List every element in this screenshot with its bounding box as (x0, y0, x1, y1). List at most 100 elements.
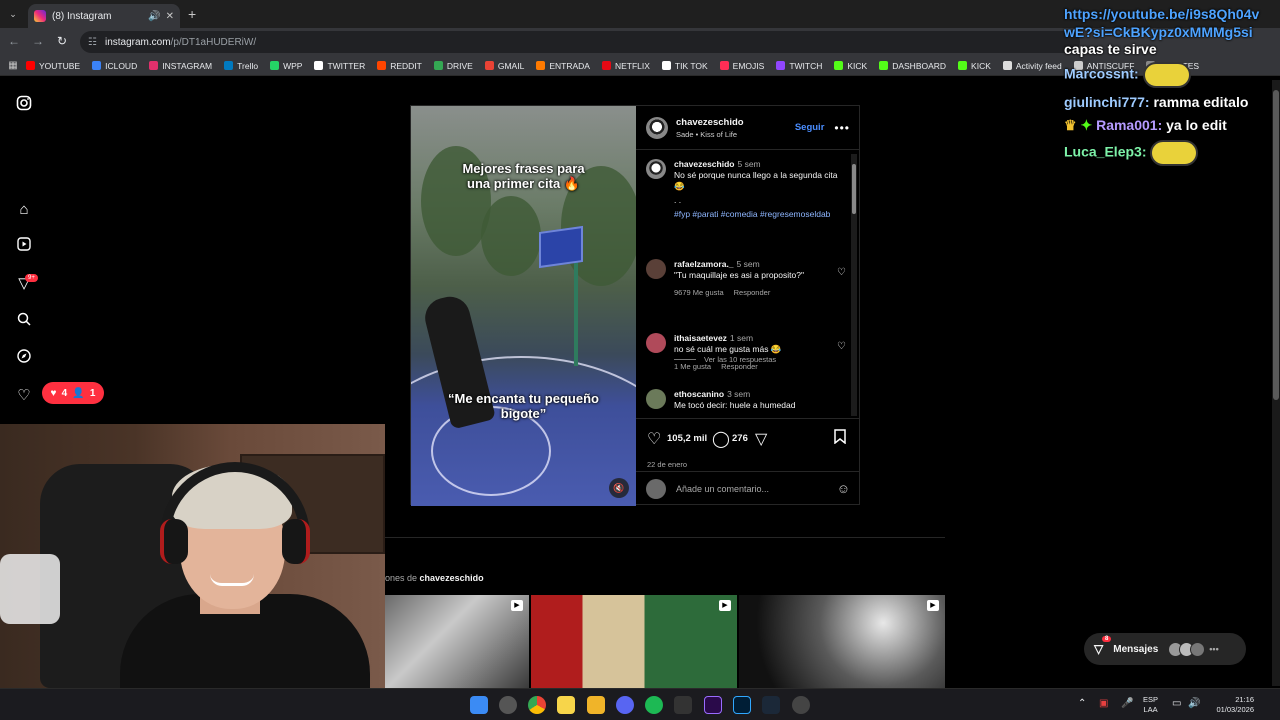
post-video[interactable]: Mejores frases para una primer cita 🔥 “M… (411, 106, 636, 506)
notes-icon[interactable] (557, 696, 575, 714)
like-heart-icon[interactable]: ♡ (647, 429, 661, 449)
reply-button[interactable]: Responder (734, 288, 771, 297)
notifications-heart-icon[interactable]: ♡ (14, 386, 34, 406)
obs-icon[interactable] (674, 696, 692, 714)
steam-icon[interactable] (762, 696, 780, 714)
chat-text: ya lo edit (1166, 117, 1227, 133)
bookmark-item[interactable]: TIK TOK (661, 61, 708, 71)
app-icon[interactable] (499, 696, 517, 714)
related-post-thumbnail[interactable]: ▶ (385, 595, 529, 688)
browser-tab-instagram[interactable]: (8) Instagram 🔊 ✕ (28, 4, 180, 28)
bookmark-item[interactable]: KICK (834, 61, 867, 71)
site-info-icon[interactable]: ☷ (88, 37, 97, 48)
badge-icon: ✦ (1080, 117, 1093, 133)
notification-popup[interactable]: ♥ 4 👤 1 (42, 382, 104, 404)
bookmark-favicon-icon (377, 61, 387, 70)
avatar[interactable] (646, 389, 666, 409)
system-clock[interactable]: 21:16 01/03/2026 (1208, 695, 1254, 715)
author-username[interactable]: chavezeschido (676, 117, 795, 128)
home-icon[interactable]: ⌂ (14, 200, 34, 220)
bookmark-item[interactable]: WPP (270, 61, 302, 71)
comment-username[interactable]: ithaisaetevez (674, 333, 727, 343)
forward-arrow-icon[interactable]: → (30, 34, 46, 48)
photoshop-icon[interactable] (733, 696, 751, 714)
back-arrow-icon[interactable]: ← (6, 34, 22, 48)
microphone-icon[interactable]: 🎤 (1121, 698, 1133, 709)
reels-icon[interactable] (14, 237, 34, 257)
messages-button[interactable]: ▽ 8 Mensajes ••• (1084, 633, 1246, 665)
bookmark-item[interactable]: ICLOUD (92, 61, 137, 71)
bookmark-item[interactable]: DRIVE (433, 61, 473, 71)
caption-hashtags[interactable]: #fyp #parati #comedia #regresemoseldab (674, 209, 846, 220)
bookmark-favicon-icon (270, 61, 280, 70)
reel-icon: ▶ (511, 600, 523, 611)
explore-compass-icon[interactable] (14, 349, 34, 369)
network-icon[interactable]: ▭ (1172, 698, 1181, 709)
bookmark-item[interactable]: GMAIL (484, 61, 524, 71)
folder-icon[interactable] (587, 696, 605, 714)
comment-likes[interactable]: 1 Me gusta (674, 362, 711, 371)
comment-username[interactable]: rafaelzamora._ (674, 259, 734, 269)
tab-audio-icon[interactable]: 🔊 (148, 11, 160, 22)
new-tab-button[interactable]: + (188, 6, 196, 22)
related-post-thumbnail[interactable]: ▶ (531, 595, 737, 688)
avatar[interactable] (646, 159, 666, 179)
tab-search-icon[interactable]: ⌄ (6, 7, 20, 21)
likes-count: 4 (61, 387, 68, 399)
comments-scrollbar[interactable] (851, 154, 857, 416)
tab-close-icon[interactable]: ✕ (166, 11, 174, 22)
related-post-thumbnail[interactable]: ▶ (739, 595, 945, 688)
save-bookmark-icon[interactable] (834, 429, 846, 449)
bookmark-item[interactable]: EMOJIS (719, 61, 764, 71)
lang-bottom: LAA (1143, 705, 1158, 714)
more-from-username[interactable]: chavezeschido (420, 573, 484, 583)
share-send-icon[interactable]: ▽ (755, 429, 767, 449)
windows-start-icon[interactable] (470, 696, 488, 714)
tray-app-icon[interactable]: ▣ (1099, 698, 1108, 709)
tray-chevron-icon[interactable]: ⌃ (1078, 698, 1086, 709)
bookmark-item[interactable]: Activity feed (1002, 61, 1062, 71)
like-count[interactable]: 105,2 mil (667, 433, 707, 444)
author-avatar[interactable] (646, 116, 668, 139)
avatar[interactable] (646, 333, 666, 353)
comment-username[interactable]: ethoscanino (674, 389, 724, 399)
caption-username[interactable]: chavezeschido (674, 159, 734, 169)
comment-input[interactable]: Añade un comentario... (676, 484, 837, 494)
emoji-icon[interactable]: ☺ (837, 481, 850, 496)
follow-button[interactable]: Seguir (795, 122, 825, 133)
page-scrollbar[interactable] (1272, 80, 1280, 686)
avatar[interactable] (646, 259, 666, 279)
bookmark-item[interactable]: Trello (224, 61, 258, 71)
spotify-icon[interactable] (645, 696, 663, 714)
messages-badge: 8 (1102, 636, 1112, 642)
search-icon[interactable] (14, 312, 34, 332)
mute-icon[interactable]: 🔇 (609, 478, 629, 498)
comment-likes[interactable]: 9679 Me gusta (674, 288, 724, 297)
comment-bubble-icon[interactable]: ◯ (712, 429, 730, 449)
bookmark-item[interactable]: REDDIT (377, 61, 422, 71)
audio-track[interactable]: Sade • Kiss of Life (676, 130, 795, 139)
comment-like-heart-icon[interactable]: ♡ (837, 267, 846, 298)
bookmark-item[interactable]: INSTAGRAM (149, 61, 212, 71)
comments-scroll-thumb[interactable] (852, 164, 856, 214)
bookmark-item[interactable]: TWITCH (776, 61, 822, 71)
bookmark-item[interactable]: TWITTER (314, 61, 365, 71)
app-icon[interactable] (792, 696, 810, 714)
reload-icon[interactable]: ↻ (54, 34, 70, 48)
input-language[interactable]: ESP LAA (1143, 695, 1158, 715)
more-options-icon[interactable]: ••• (834, 121, 850, 135)
address-bar[interactable]: ☷ instagram.com/p/DT1aHUDERiW/ (80, 31, 1080, 53)
bookmark-item[interactable]: NETFLIX (601, 61, 650, 71)
instagram-logo-icon[interactable] (14, 95, 34, 115)
reply-button[interactable]: Responder (721, 362, 758, 371)
premiere-icon[interactable] (704, 696, 722, 714)
discord-icon[interactable] (616, 696, 634, 714)
apps-grid-icon[interactable]: ▦ (0, 60, 26, 71)
bookmark-item[interactable]: ENTRADA (536, 61, 590, 71)
bookmark-item[interactable]: DASHBOARD (879, 61, 946, 71)
bookmark-item[interactable]: KICK (958, 61, 991, 71)
chrome-icon[interactable] (528, 696, 546, 714)
comment-like-heart-icon[interactable]: ♡ (837, 341, 846, 372)
volume-icon[interactable]: 🔊 (1188, 698, 1200, 709)
bookmark-item[interactable]: YOUTUBE (26, 61, 80, 71)
